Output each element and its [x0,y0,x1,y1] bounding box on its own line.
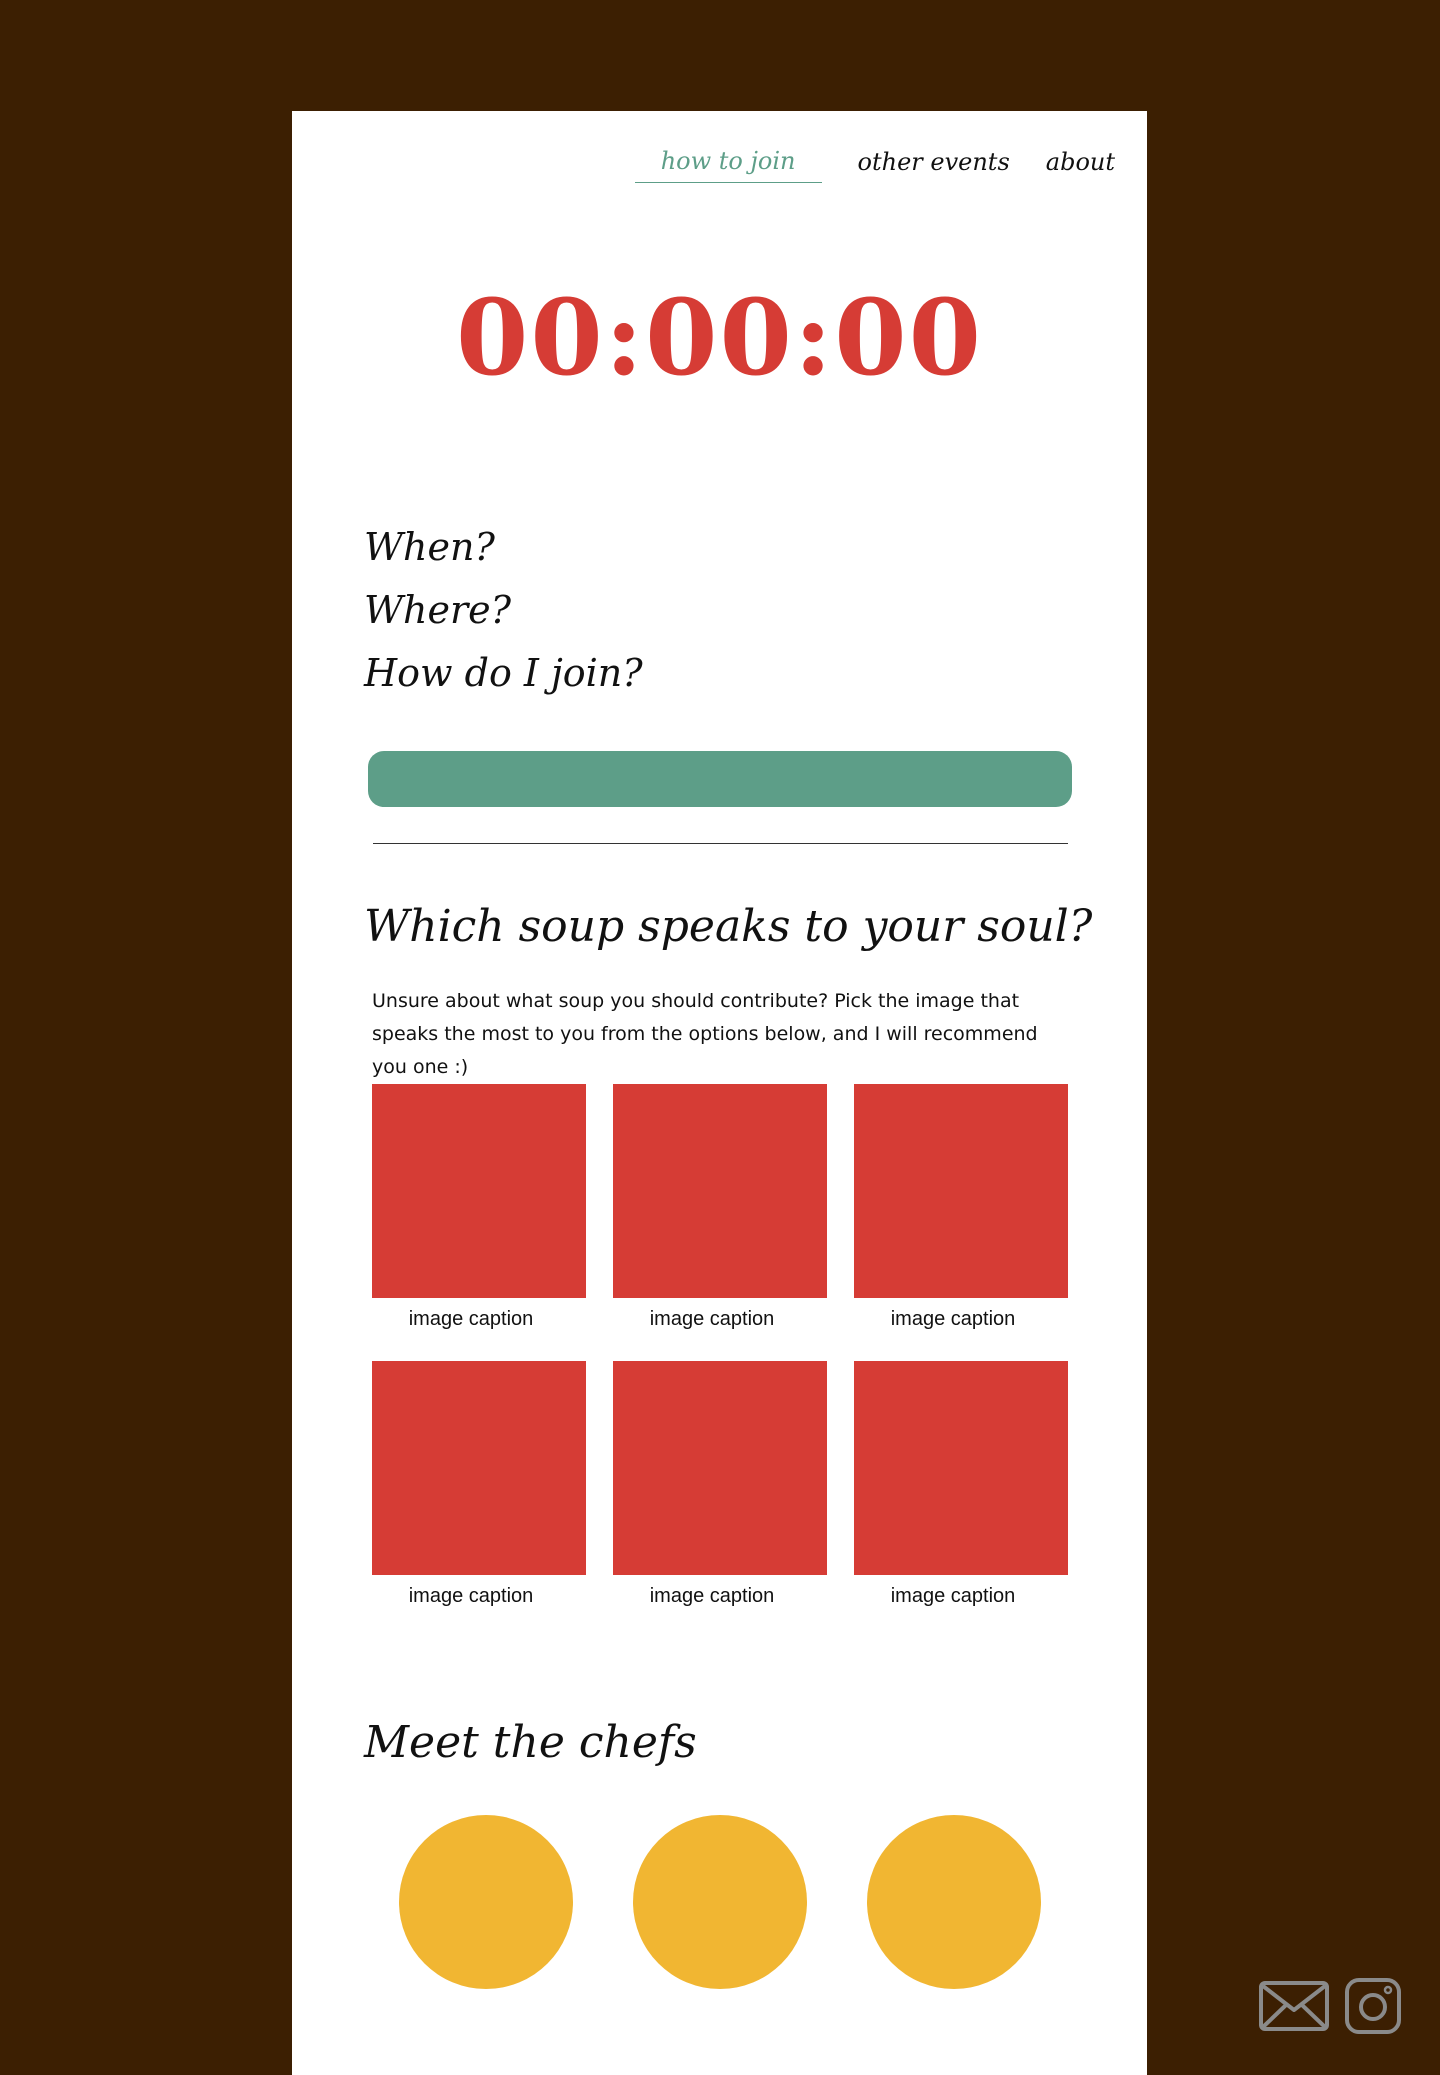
question-when: When? [364,525,495,569]
question-where: Where? [364,588,512,632]
nav-link-how-to-join[interactable]: how to join [634,147,822,183]
chefs-heading: Meet the chefs [364,1717,697,1768]
soup-option-caption: image caption [649,1308,775,1330]
soup-option[interactable]: image caption [854,1084,1068,1331]
soup-option-caption: image caption [408,1585,534,1607]
main-card: how to join other events about 00:00:00 … [292,111,1147,2075]
soup-quiz-heading: Which soup speaks to your soul? [364,901,1093,952]
soup-quiz-description: Unsure about what soup you should contri… [372,990,1038,1078]
soup-option-caption: image caption [408,1308,534,1330]
soup-option-image[interactable] [854,1084,1068,1298]
nav-link-about[interactable]: about [1046,148,1115,183]
soup-option-image[interactable] [613,1361,827,1575]
event-questions: When? Where? How do I join? [364,516,643,705]
chef-avatar[interactable] [633,1815,807,1989]
instagram-icon[interactable] [1344,1977,1402,2035]
question-how-to-join: How do I join? [364,651,643,695]
join-button[interactable] [368,751,1072,807]
chef-avatar[interactable] [399,1815,573,1989]
soup-option-image[interactable] [854,1361,1068,1575]
social-links [1258,1977,1402,2035]
soup-option-image[interactable] [613,1084,827,1298]
mail-icon[interactable] [1258,1980,1330,2032]
soup-option-image[interactable] [372,1084,586,1298]
soup-option-caption: image caption [649,1585,775,1607]
countdown-timer: 00:00:00 [456,276,983,399]
nav-link-other-events[interactable]: other events [858,148,1010,183]
soup-option[interactable]: image caption [854,1361,1068,1608]
soup-option[interactable]: image caption [613,1084,827,1331]
soup-option-image[interactable] [372,1361,586,1575]
soup-option-caption: image caption [890,1308,1016,1330]
soup-option[interactable]: image caption [372,1084,586,1331]
section-divider [373,843,1068,844]
soup-option[interactable]: image caption [372,1361,586,1608]
chef-avatar[interactable] [867,1815,1041,1989]
top-nav: how to join other events about [634,147,1115,183]
soup-option[interactable]: image caption [613,1361,827,1608]
soup-option-caption: image caption [890,1585,1016,1607]
